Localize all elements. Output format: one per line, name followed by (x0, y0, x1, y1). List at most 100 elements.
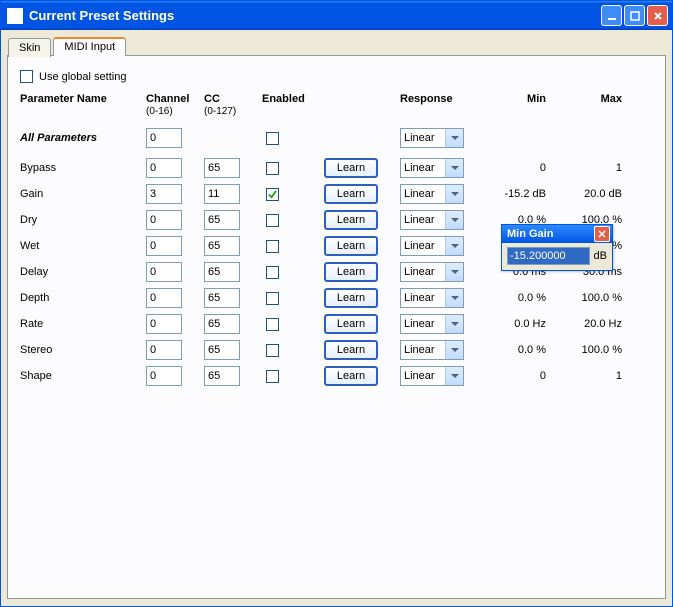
header-channel-sub: (0-16) (146, 106, 173, 117)
titlebar: Current Preset Settings (1, 1, 672, 30)
channel-input[interactable] (146, 210, 182, 230)
parameter-row: StereoLearnLinear0.0 %100.0 % (20, 337, 653, 363)
all-parameters-channel-input[interactable] (146, 128, 182, 148)
enabled-checkbox[interactable] (266, 240, 279, 253)
enabled-checkbox[interactable] (266, 188, 279, 201)
channel-input[interactable] (146, 158, 182, 178)
cc-input[interactable] (204, 340, 240, 360)
channel-input[interactable] (146, 184, 182, 204)
select-value: Linear (404, 266, 435, 278)
learn-label: Learn (337, 188, 365, 200)
popup-close-button[interactable] (594, 226, 610, 242)
response-select[interactable]: Linear (400, 288, 464, 308)
learn-label: Learn (337, 240, 365, 252)
learn-button[interactable]: Learn (324, 314, 378, 334)
chevron-down-icon (445, 129, 463, 147)
response-select[interactable]: Linear (400, 236, 464, 256)
enabled-checkbox[interactable] (266, 318, 279, 331)
response-select[interactable]: Linear (400, 340, 464, 360)
learn-button[interactable]: Learn (324, 340, 378, 360)
chevron-down-icon (445, 185, 463, 203)
cc-input[interactable] (204, 262, 240, 282)
cc-input[interactable] (204, 158, 240, 178)
response-select[interactable]: Linear (400, 366, 464, 386)
all-parameters-enabled-checkbox[interactable] (266, 132, 279, 145)
parameter-row: DepthLearnLinear0.0 %100.0 % (20, 285, 653, 311)
parameter-name: Delay (20, 266, 140, 278)
max-value[interactable]: 100.0 % (560, 344, 630, 356)
learn-button[interactable]: Learn (324, 236, 378, 256)
learn-label: Learn (337, 318, 365, 330)
learn-button[interactable]: Learn (324, 288, 378, 308)
tab-label: MIDI Input (64, 41, 115, 53)
enabled-checkbox[interactable] (266, 162, 279, 175)
parameter-row: BypassLearnLinear01 (20, 155, 653, 181)
cc-input[interactable] (204, 366, 240, 386)
cc-input[interactable] (204, 184, 240, 204)
min-value[interactable]: 0 (484, 162, 554, 174)
max-value[interactable]: 20.0 Hz (560, 318, 630, 330)
max-value[interactable]: 20.0 dB (560, 188, 630, 200)
popup-unit-label: dB (594, 250, 607, 262)
window: Current Preset Settings Skin MIDI Input (0, 0, 673, 607)
response-select[interactable]: Linear (400, 210, 464, 230)
enabled-checkbox[interactable] (266, 344, 279, 357)
select-value: Linear (404, 162, 435, 174)
learn-button[interactable]: Learn (324, 262, 378, 282)
use-global-setting[interactable]: Use global setting (20, 70, 653, 83)
learn-button[interactable]: Learn (324, 158, 378, 178)
all-parameters-response-select[interactable]: Linear (400, 128, 464, 148)
learn-label: Learn (337, 344, 365, 356)
select-value: Linear (404, 132, 435, 144)
cc-input[interactable] (204, 210, 240, 230)
chevron-down-icon (445, 159, 463, 177)
enabled-checkbox[interactable] (266, 370, 279, 383)
chevron-down-icon (445, 289, 463, 307)
min-gain-popup: Min Gain -15.200000 dB (501, 224, 613, 271)
min-value[interactable]: -15.2 dB (484, 188, 554, 200)
header-channel-label: Channel (146, 93, 189, 105)
channel-input[interactable] (146, 314, 182, 334)
response-select[interactable]: Linear (400, 184, 464, 204)
channel-input[interactable] (146, 340, 182, 360)
select-value: Linear (404, 214, 435, 226)
tab-midi-input[interactable]: MIDI Input (53, 37, 126, 56)
min-value[interactable]: 0 (484, 370, 554, 382)
max-value[interactable]: 1 (560, 162, 630, 174)
minimize-button[interactable] (601, 5, 622, 26)
maximize-button[interactable] (624, 5, 645, 26)
cc-input[interactable] (204, 236, 240, 256)
all-parameters-label: All Parameters (20, 132, 140, 144)
enabled-checkbox[interactable] (266, 266, 279, 279)
learn-button[interactable]: Learn (324, 184, 378, 204)
min-value[interactable]: 0.0 % (484, 292, 554, 304)
learn-label: Learn (337, 266, 365, 278)
parameter-name: Shape (20, 370, 140, 382)
enabled-checkbox[interactable] (266, 214, 279, 227)
channel-input[interactable] (146, 288, 182, 308)
popup-value-input[interactable]: -15.200000 (507, 247, 590, 265)
parameter-name: Rate (20, 318, 140, 330)
minimize-icon (607, 11, 617, 21)
response-select[interactable]: Linear (400, 314, 464, 334)
use-global-label: Use global setting (39, 71, 126, 83)
max-value[interactable]: 1 (560, 370, 630, 382)
channel-input[interactable] (146, 366, 182, 386)
max-value[interactable]: 100.0 % (560, 292, 630, 304)
response-select[interactable]: Linear (400, 158, 464, 178)
cc-input[interactable] (204, 288, 240, 308)
select-value: Linear (404, 344, 435, 356)
min-value[interactable]: 0.0 Hz (484, 318, 554, 330)
learn-button[interactable]: Learn (324, 210, 378, 230)
learn-button[interactable]: Learn (324, 366, 378, 386)
cc-input[interactable] (204, 314, 240, 334)
channel-input[interactable] (146, 262, 182, 282)
enabled-checkbox[interactable] (266, 292, 279, 305)
close-button[interactable] (647, 5, 668, 26)
min-value[interactable]: 0.0 % (484, 344, 554, 356)
maximize-icon (630, 11, 640, 21)
channel-input[interactable] (146, 236, 182, 256)
parameter-name: Wet (20, 240, 140, 252)
tab-skin[interactable]: Skin (8, 38, 51, 57)
response-select[interactable]: Linear (400, 262, 464, 282)
